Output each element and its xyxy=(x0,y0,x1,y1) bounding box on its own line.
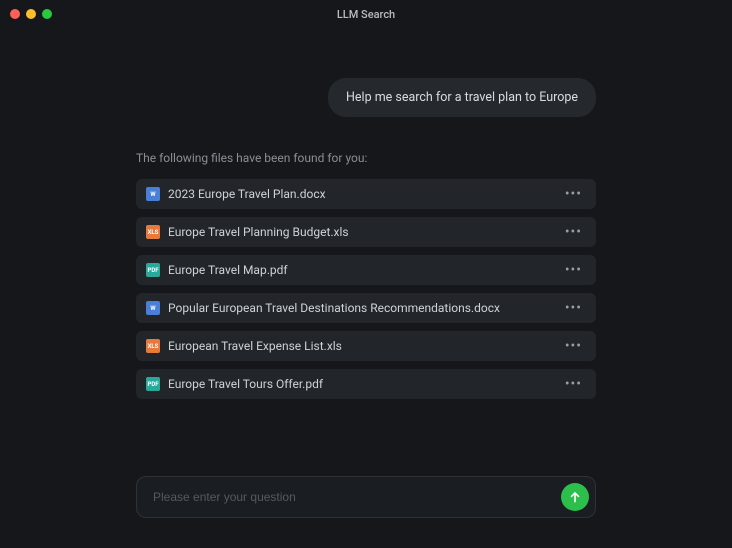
more-options-icon[interactable]: ••• xyxy=(563,263,584,277)
file-result-item[interactable]: XLS European Travel Expense List.xls ••• xyxy=(136,331,596,361)
input-row xyxy=(136,476,596,518)
file-name: European Travel Expense List.xls xyxy=(168,339,555,353)
titlebar: LLM Search xyxy=(0,0,732,28)
file-name: Popular European Travel Destinations Rec… xyxy=(168,301,555,315)
question-input[interactable] xyxy=(153,490,561,504)
file-name: 2023 Europe Travel Plan.docx xyxy=(168,187,555,201)
file-result-item[interactable]: XLS Europe Travel Planning Budget.xls ••• xyxy=(136,217,596,247)
maximize-icon[interactable] xyxy=(42,9,52,19)
docx-file-icon: W xyxy=(146,301,160,315)
window-title: LLM Search xyxy=(0,8,732,21)
more-options-icon[interactable]: ••• xyxy=(563,187,584,201)
minimize-icon[interactable] xyxy=(26,9,36,19)
more-options-icon[interactable]: ••• xyxy=(563,339,584,353)
arrow-up-icon xyxy=(568,490,582,504)
file-result-item[interactable]: W 2023 Europe Travel Plan.docx ••• xyxy=(136,179,596,209)
content-area: Help me search for a travel plan to Euro… xyxy=(0,28,732,399)
file-name: Europe Travel Tours Offer.pdf xyxy=(168,377,555,391)
assistant-intro-text: The following files have been found for … xyxy=(136,151,596,165)
user-message-row: Help me search for a travel plan to Euro… xyxy=(136,78,596,117)
docx-file-icon: W xyxy=(146,187,160,201)
pdf-file-icon: PDF xyxy=(146,263,160,277)
file-result-list: W 2023 Europe Travel Plan.docx ••• XLS Europ… xyxy=(136,179,596,399)
file-result-item[interactable]: PDF Europe Travel Tours Offer.pdf ••• xyxy=(136,369,596,399)
window-controls xyxy=(10,9,52,19)
file-name: Europe Travel Map.pdf xyxy=(168,263,555,277)
chat-area: Help me search for a travel plan to Euro… xyxy=(136,78,596,399)
more-options-icon[interactable]: ••• xyxy=(563,301,584,315)
more-options-icon[interactable]: ••• xyxy=(563,225,584,239)
more-options-icon[interactable]: ••• xyxy=(563,377,584,391)
close-icon[interactable] xyxy=(10,9,20,19)
xls-file-icon: XLS xyxy=(146,339,160,353)
file-name: Europe Travel Planning Budget.xls xyxy=(168,225,555,239)
send-button[interactable] xyxy=(561,483,589,511)
question-input-box[interactable] xyxy=(136,476,596,518)
file-result-item[interactable]: W Popular European Travel Destinations Re… xyxy=(136,293,596,323)
file-result-item[interactable]: PDF Europe Travel Map.pdf ••• xyxy=(136,255,596,285)
user-message-bubble: Help me search for a travel plan to Euro… xyxy=(328,78,596,117)
xls-file-icon: XLS xyxy=(146,225,160,239)
pdf-file-icon: PDF xyxy=(146,377,160,391)
